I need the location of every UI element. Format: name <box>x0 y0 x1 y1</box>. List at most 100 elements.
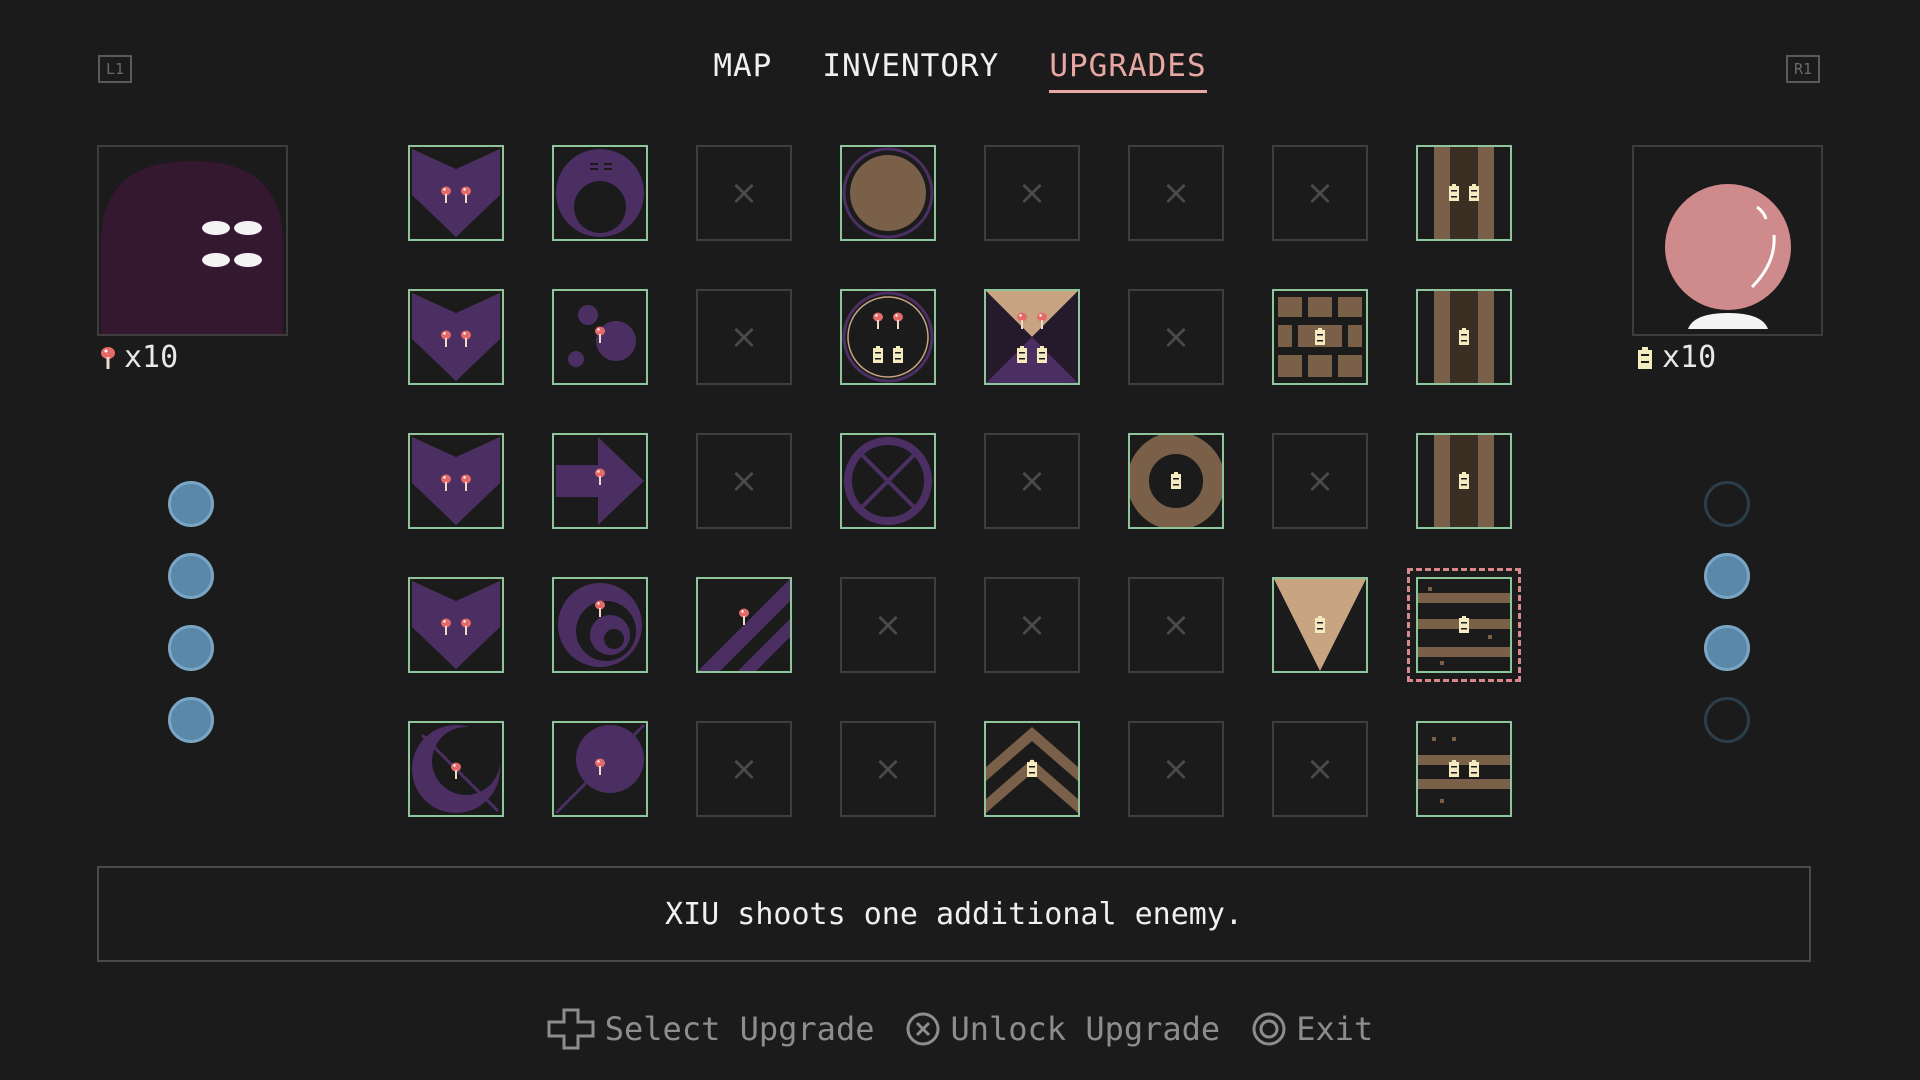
upgrade-cell-r4-c7[interactable] <box>1272 577 1368 673</box>
left-count-text: x10 <box>124 340 179 375</box>
upgrade-description-box: XIU shoots one additional enemy. <box>97 866 1811 962</box>
upgrade-cell-r5-c7[interactable]: × <box>1272 721 1368 817</box>
upgrade-cell-r2-c2[interactable] <box>552 289 648 385</box>
right-slot-dot-2 <box>1704 553 1750 599</box>
hint-unlock-label: Unlock Upgrade <box>950 1010 1221 1048</box>
locked-x-icon: × <box>729 461 759 501</box>
donut-icon <box>1130 435 1222 527</box>
upgrade-cell-r5-c2[interactable] <box>552 721 648 817</box>
upgrade-cell-r3-c5[interactable]: × <box>984 433 1080 529</box>
upgrade-cell-r1-c1[interactable] <box>408 145 504 241</box>
upgrade-cell-r2-c3[interactable]: × <box>696 289 792 385</box>
control-hints: Select Upgrade Unlock Upgrade Exit <box>0 1008 1920 1050</box>
upgrade-cell-r5-c6[interactable]: × <box>1128 721 1224 817</box>
moon-line-icon <box>554 723 646 815</box>
upgrade-cell-r3-c4[interactable] <box>840 433 936 529</box>
circle-button-icon <box>1252 1012 1286 1046</box>
hint-exit: Exit <box>1252 1008 1373 1050</box>
upgrade-cell-r1-c3[interactable]: × <box>696 145 792 241</box>
chevrons-icon <box>986 727 1078 813</box>
upgrade-cell-r2-c1[interactable] <box>408 289 504 385</box>
left-slot-dot-2 <box>168 553 214 599</box>
upgrade-cell-r2-c5[interactable] <box>984 289 1080 385</box>
upgrade-cell-r5-c8[interactable] <box>1416 721 1512 817</box>
upgrade-cell-r4-c3[interactable] <box>696 577 792 673</box>
upgrade-cell-r4-c6[interactable]: × <box>1128 577 1224 673</box>
left-currency-count: x10 <box>100 340 178 375</box>
upgrade-cell-r4-c4[interactable]: × <box>840 577 936 673</box>
upgrade-cell-r3-c2[interactable] <box>552 433 648 529</box>
upgrade-cell-r1-c2[interactable] <box>552 145 648 241</box>
upgrade-cell-r3-c3[interactable]: × <box>696 433 792 529</box>
locked-x-icon: × <box>1017 173 1047 213</box>
right-count-text: x10 <box>1662 340 1717 375</box>
rails-icon <box>1418 587 1510 665</box>
locked-x-icon: × <box>1305 461 1335 501</box>
rails-2-icon <box>1418 737 1510 803</box>
right-slot-dot-3 <box>1704 625 1750 671</box>
crescent-icon <box>412 725 500 813</box>
upgrade-description: XIU shoots one additional enemy. <box>665 896 1243 932</box>
heart-2-icon <box>412 149 500 237</box>
upgrade-cell-r3-c8[interactable] <box>1416 433 1512 529</box>
ring-combo-icon <box>842 291 934 383</box>
pillar-2-icon <box>1434 147 1494 239</box>
tab-upgrades[interactable]: UPGRADES <box>1049 48 1207 93</box>
arrow-icon <box>556 437 644 525</box>
locked-x-icon: × <box>873 749 903 789</box>
upgrade-cell-r2-c4[interactable] <box>840 289 936 385</box>
slash-icon <box>698 579 790 671</box>
hint-select: Select Upgrade <box>547 1008 875 1050</box>
upgrade-cell-r2-c8[interactable] <box>1416 289 1512 385</box>
right-currency-count: x10 <box>1636 340 1716 375</box>
left-character-portrait <box>97 145 288 336</box>
locked-x-icon: × <box>1305 749 1335 789</box>
upgrade-cell-r1-c5[interactable]: × <box>984 145 1080 241</box>
triangle-icon <box>1274 579 1366 671</box>
tab-inventory[interactable]: INVENTORY <box>822 48 999 93</box>
upgrade-cell-r5-c1[interactable] <box>408 721 504 817</box>
locked-x-icon: × <box>1017 461 1047 501</box>
brown-circle-icon <box>842 147 934 239</box>
upgrade-cell-r3-c1[interactable] <box>408 433 504 529</box>
upgrade-cell-r5-c5[interactable] <box>984 721 1080 817</box>
locked-x-icon: × <box>729 317 759 357</box>
shell-icon <box>556 149 644 237</box>
bubbles-icon <box>568 305 636 367</box>
upgrade-cell-r1-c7[interactable]: × <box>1272 145 1368 241</box>
heart-2-icon <box>412 581 500 669</box>
upgrade-cell-r1-c6[interactable]: × <box>1128 145 1224 241</box>
hint-unlock: Unlock Upgrade <box>906 1008 1220 1050</box>
upgrade-cell-r4-c1[interactable] <box>408 577 504 673</box>
pillar-1-icon <box>1434 435 1494 527</box>
locked-x-icon: × <box>729 749 759 789</box>
upgrade-cell-r1-c8[interactable] <box>1416 145 1512 241</box>
upgrade-cell-r4-c8[interactable] <box>1407 568 1521 682</box>
left-slot-dot-1 <box>168 481 214 527</box>
upgrade-cell-r4-c2[interactable] <box>552 577 648 673</box>
right-slot-dot-1 <box>1704 481 1750 527</box>
upgrade-cell-r2-c7[interactable] <box>1272 289 1368 385</box>
upgrade-cell-r2-c6[interactable]: × <box>1128 289 1224 385</box>
heart-2-icon <box>412 293 500 381</box>
hint-select-label: Select Upgrade <box>604 1010 875 1048</box>
battery-icon <box>1638 346 1652 369</box>
locked-x-icon: × <box>1017 605 1047 645</box>
upgrade-cell-r1-c4[interactable] <box>840 145 936 241</box>
upgrade-cell-r3-c7[interactable]: × <box>1272 433 1368 529</box>
upgrade-cell-r3-c6[interactable] <box>1128 433 1224 529</box>
upgrade-grid: × × × × × × × × × × × × × × × × <box>408 145 1521 817</box>
locked-x-icon: × <box>1161 605 1191 645</box>
locked-x-icon: × <box>873 605 903 645</box>
cross-circle-icon <box>844 437 932 525</box>
upgrade-cell-r5-c4[interactable]: × <box>840 721 936 817</box>
right-slot-dot-4 <box>1704 697 1750 743</box>
upgrade-cell-r4-c5[interactable]: × <box>984 577 1080 673</box>
locked-x-icon: × <box>1305 173 1335 213</box>
locked-x-icon: × <box>729 173 759 213</box>
purple-ghost-icon <box>101 161 283 334</box>
upgrade-cell-r5-c3[interactable]: × <box>696 721 792 817</box>
pink-orb-icon <box>1665 184 1791 329</box>
tab-map[interactable]: MAP <box>713 48 772 93</box>
tab-bar: MAP INVENTORY UPGRADES <box>0 48 1920 93</box>
